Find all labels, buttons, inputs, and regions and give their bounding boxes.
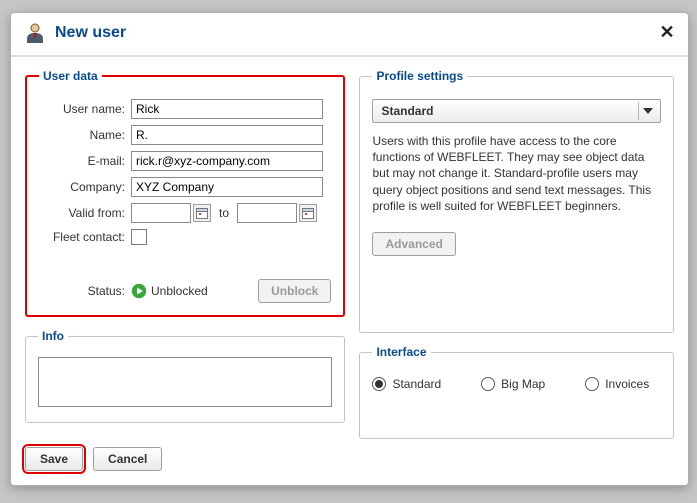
label-fleet-contact: Fleet contact: [39,230,131,244]
dialog-header: New user ✕ [11,13,688,57]
label-valid-from: Valid from: [39,206,131,220]
row-status: Status: Unblocked Unblock [39,279,331,303]
input-email[interactable] [131,151,323,171]
input-username[interactable] [131,99,323,119]
info-textarea[interactable] [38,357,332,407]
row-valid: Valid from: to [39,203,331,223]
profile-description: Users with this profile have access to t… [372,133,661,214]
profile-select[interactable]: Standard [372,99,661,123]
radio-label-standard: Standard [392,377,441,391]
info-legend: Info [38,329,68,343]
input-valid-from[interactable] [131,203,191,223]
info-fieldset: Info [25,329,345,423]
input-valid-to[interactable] [237,203,297,223]
profile-fieldset: Profile settings Standard Users with thi… [359,69,674,333]
cancel-button[interactable]: Cancel [93,447,162,471]
status-text: Unblocked [151,284,208,298]
radio-bigmap[interactable]: Big Map [481,377,545,391]
interface-legend: Interface [372,345,430,359]
user-data-legend: User data [39,69,102,83]
row-email: E-mail: [39,151,331,171]
calendar-icon [302,207,314,219]
radio-icon [372,377,386,391]
unblock-button[interactable]: Unblock [258,279,331,303]
radio-label-bigmap: Big Map [501,377,545,391]
dialog-title: New user [55,24,126,42]
radio-icon [481,377,495,391]
label-status: Status: [39,284,131,298]
label-to: to [219,206,229,220]
close-icon[interactable]: ✕ [658,24,676,42]
radio-label-invoices: Invoices [605,377,649,391]
radio-standard[interactable]: Standard [372,377,441,391]
chevron-down-icon [638,102,656,120]
interface-fieldset: Interface Standard Big Map Invoices [359,345,674,439]
input-company[interactable] [131,177,323,197]
label-company: Company: [39,180,131,194]
row-name: Name: [39,125,331,145]
profile-legend: Profile settings [372,69,467,83]
label-username: User name: [39,102,131,116]
dialog-body: User data User name: Name: E-mail: Compa… [11,57,688,443]
interface-options: Standard Big Map Invoices [372,377,661,391]
new-user-dialog: New user ✕ User data User name: Name: E-… [10,12,689,486]
label-email: E-mail: [39,154,131,168]
input-name[interactable] [131,125,323,145]
play-icon [131,283,147,299]
user-icon [23,21,47,45]
radio-invoices[interactable]: Invoices [585,377,649,391]
user-data-fieldset: User data User name: Name: E-mail: Compa… [25,69,345,317]
save-button[interactable]: Save [25,447,83,471]
advanced-button[interactable]: Advanced [372,232,455,256]
calendar-icon [196,207,208,219]
profile-selected: Standard [381,104,433,118]
row-company: Company: [39,177,331,197]
row-username: User name: [39,99,331,119]
checkbox-fleet-contact[interactable] [131,229,147,245]
row-fleet-contact: Fleet contact: [39,229,331,245]
calendar-from-button[interactable] [193,204,211,222]
calendar-to-button[interactable] [299,204,317,222]
dialog-footer: Save Cancel [11,443,688,485]
label-name: Name: [39,128,131,142]
radio-icon [585,377,599,391]
